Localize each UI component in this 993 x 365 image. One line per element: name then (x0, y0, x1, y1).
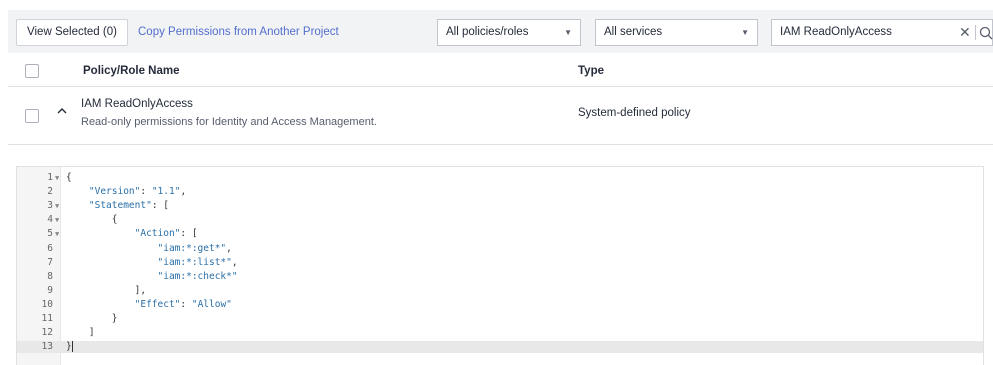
policy-name: IAM ReadOnlyAccess (81, 98, 193, 110)
text-cursor (71, 341, 73, 353)
code-text: "iam:*:get*", (157, 242, 232, 254)
code-line[interactable]: 8 "iam:*:check*" (17, 271, 983, 283)
view-selected-button[interactable]: View Selected (0) (16, 19, 128, 46)
code-line[interactable]: 9 ], (17, 285, 983, 297)
service-select-value: All services (604, 26, 663, 38)
code-line[interactable]: 11 } (17, 313, 983, 325)
line-number: 2 (47, 186, 53, 198)
code-line[interactable]: 12 ] (17, 327, 983, 339)
clear-icon[interactable]: ✕ (959, 20, 971, 45)
service-select[interactable]: All services ▼ (595, 19, 758, 46)
toolbar: View Selected (0) Copy Permissions from … (8, 10, 993, 53)
policy-json-editor[interactable]: 1 ▼{2 "Version": "1.1", 3 ▼ "Statement": [4… (16, 166, 984, 365)
search-icon[interactable] (979, 26, 993, 40)
column-header-type: Type (578, 65, 604, 77)
code-text: "Statement": [ (88, 200, 169, 212)
select-all-checkbox[interactable] (25, 64, 39, 78)
code-text: "Effect": "Allow" (134, 298, 232, 310)
code-line[interactable]: 3 ▼ "Statement": [ (17, 200, 983, 212)
table-header: Policy/Role Name Type (8, 56, 993, 87)
code-text: "Action": [ (134, 228, 198, 240)
code-text: } (66, 313, 118, 324)
row-checkbox[interactable] (25, 109, 39, 123)
table-row[interactable]: IAM ReadOnlyAccess Read-only permissions… (8, 87, 993, 145)
code-text: ], (66, 284, 147, 296)
line-number: 1 (47, 172, 53, 183)
line-number: 11 (41, 313, 53, 324)
code-line[interactable]: 10 "Effect": "Allow" (17, 299, 983, 311)
line-number: 4 (47, 214, 53, 226)
code-line[interactable]: 4 ▼ { (17, 214, 983, 226)
code-line[interactable]: 13} (17, 341, 983, 354)
code-line[interactable]: 5 ▼ "Action": [ (17, 228, 983, 240)
line-number: 6 (47, 242, 53, 254)
line-number: 5 (47, 228, 53, 240)
code-text: } (66, 341, 73, 353)
policy-description: Read-only permissions for Identity and A… (81, 116, 377, 128)
code-line[interactable]: 6 "iam:*:get*", (17, 243, 983, 255)
code-text: "iam:*:check*" (157, 270, 238, 282)
code-line[interactable]: 7 "iam:*:list*", (17, 257, 983, 269)
code-line[interactable]: 1 ▼ { (17, 172, 983, 184)
fold-arrow-icon[interactable]: ▼ (55, 228, 59, 240)
fold-arrow-icon[interactable]: ▼ (55, 172, 59, 184)
fold-arrow-icon[interactable]: ▼ (55, 200, 59, 212)
fold-arrow-icon[interactable]: ▼ (55, 214, 59, 226)
search-input-value[interactable]: IAM ReadOnlyAccess (780, 20, 892, 45)
code-text: ] (66, 327, 95, 339)
chevron-up-icon[interactable] (55, 104, 69, 118)
caret-down-icon: ▼ (741, 28, 749, 37)
line-number: 8 (47, 270, 53, 282)
caret-down-icon: ▼ (564, 28, 572, 37)
code-line[interactable]: 2 "Version": "1.1", (17, 186, 983, 198)
search-input[interactable]: IAM ReadOnlyAccess ✕ (771, 19, 993, 46)
line-number: 13 (41, 341, 53, 353)
code-text: "iam:*:list*", (157, 256, 238, 268)
code-text: "Version": "1.1", (88, 186, 187, 198)
code-text: { (66, 214, 118, 226)
line-number: 3 (47, 200, 53, 212)
line-number: 12 (41, 327, 53, 339)
line-number: 7 (47, 256, 53, 268)
search-divider (975, 25, 976, 40)
line-number: 9 (47, 284, 53, 296)
code-text: { (66, 172, 72, 183)
policy-type-select[interactable]: All policies/roles ▼ (437, 19, 581, 46)
policy-type: System-defined policy (578, 107, 691, 119)
column-header-name: Policy/Role Name (83, 65, 180, 77)
copy-permissions-link[interactable]: Copy Permissions from Another Project (138, 19, 339, 46)
policy-type-select-value: All policies/roles (446, 26, 529, 38)
line-number: 10 (41, 298, 53, 310)
